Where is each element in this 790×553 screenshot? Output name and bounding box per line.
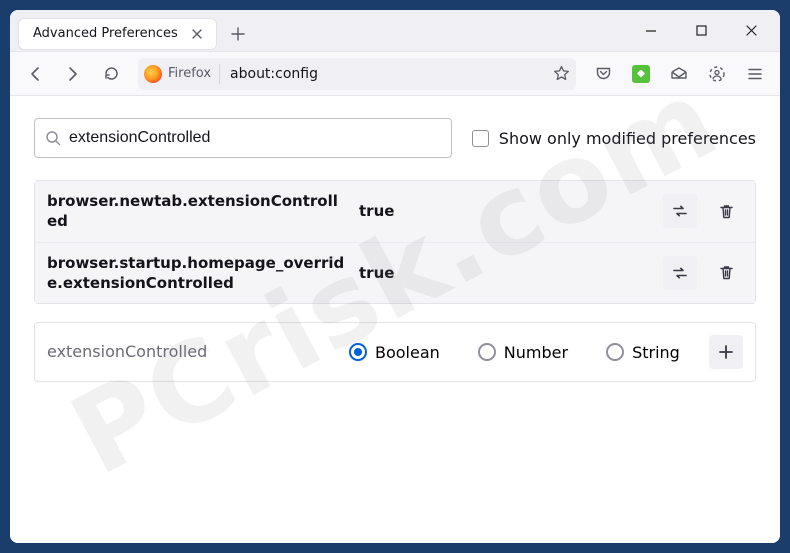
pref-row[interactable]: browser.newtab.extensionControlled true xyxy=(35,181,755,242)
url-text: about:config xyxy=(226,66,547,82)
toggle-icon xyxy=(671,202,689,220)
trash-icon xyxy=(718,203,735,220)
tab-title: Advanced Preferences xyxy=(33,26,178,41)
address-bar[interactable]: Firefox about:config xyxy=(138,58,576,90)
radio-number[interactable]: Number xyxy=(478,343,568,362)
account-icon[interactable] xyxy=(700,58,734,90)
inbox-icon[interactable] xyxy=(662,58,696,90)
toggle-button[interactable] xyxy=(663,194,697,228)
toggle-button[interactable] xyxy=(663,256,697,290)
radio-label: Boolean xyxy=(375,343,440,362)
tabstrip: Advanced Preferences xyxy=(18,12,626,50)
radio-string[interactable]: String xyxy=(606,343,680,362)
window-controls xyxy=(626,10,780,52)
add-pref-button[interactable] xyxy=(709,335,743,369)
pref-row[interactable]: browser.startup.homepage_override.extens… xyxy=(35,242,755,304)
delete-button[interactable] xyxy=(709,256,743,290)
forward-button[interactable] xyxy=(56,58,90,90)
new-tab-button[interactable] xyxy=(223,19,253,49)
plus-icon xyxy=(718,344,734,360)
pref-name: browser.newtab.extensionControlled xyxy=(47,191,347,232)
extension-icon[interactable] xyxy=(624,58,658,90)
nav-toolbar: Firefox about:config xyxy=(10,52,780,96)
trash-icon xyxy=(718,264,735,281)
radio-icon xyxy=(606,343,624,361)
checkbox-label: Show only modified preferences xyxy=(499,129,756,148)
delete-button[interactable] xyxy=(709,194,743,228)
pref-name: browser.startup.homepage_override.extens… xyxy=(47,253,347,294)
reload-button[interactable] xyxy=(94,58,128,90)
preferences-list: browser.newtab.extensionControlled true … xyxy=(34,180,756,304)
radio-icon xyxy=(478,343,496,361)
show-modified-checkbox[interactable]: Show only modified preferences xyxy=(472,129,756,148)
pocket-icon[interactable] xyxy=(586,58,620,90)
identity-label: Firefox xyxy=(168,64,220,84)
toggle-icon xyxy=(671,264,689,282)
close-icon[interactable] xyxy=(188,25,206,43)
pref-value: true xyxy=(359,264,651,282)
search-input[interactable] xyxy=(69,129,441,147)
radio-boolean[interactable]: Boolean xyxy=(349,343,440,362)
firefox-icon xyxy=(144,65,162,83)
radio-icon xyxy=(349,343,367,361)
search-icon xyxy=(45,130,61,146)
search-row: Show only modified preferences xyxy=(34,118,756,158)
browser-window: Advanced Preferences xyxy=(10,10,780,543)
window-close-button[interactable] xyxy=(726,10,776,52)
radio-label: Number xyxy=(504,343,568,362)
bookmark-star-icon[interactable] xyxy=(553,65,570,82)
type-radios: Boolean Number String xyxy=(349,343,697,362)
window-minimize-button[interactable] xyxy=(626,10,676,52)
pref-value: true xyxy=(359,202,651,220)
radio-label: String xyxy=(632,343,680,362)
search-box[interactable] xyxy=(34,118,452,158)
new-pref-row: extensionControlled Boolean Number Strin… xyxy=(34,322,756,382)
app-menu-button[interactable] xyxy=(738,58,772,90)
checkbox-icon xyxy=(472,130,489,147)
new-pref-name: extensionControlled xyxy=(47,341,337,363)
about-config-content: Show only modified preferences browser.n… xyxy=(10,96,780,543)
back-button[interactable] xyxy=(18,58,52,90)
tab-advanced-preferences[interactable]: Advanced Preferences xyxy=(18,18,217,50)
titlebar: Advanced Preferences xyxy=(10,10,780,52)
window-maximize-button[interactable] xyxy=(676,10,726,52)
